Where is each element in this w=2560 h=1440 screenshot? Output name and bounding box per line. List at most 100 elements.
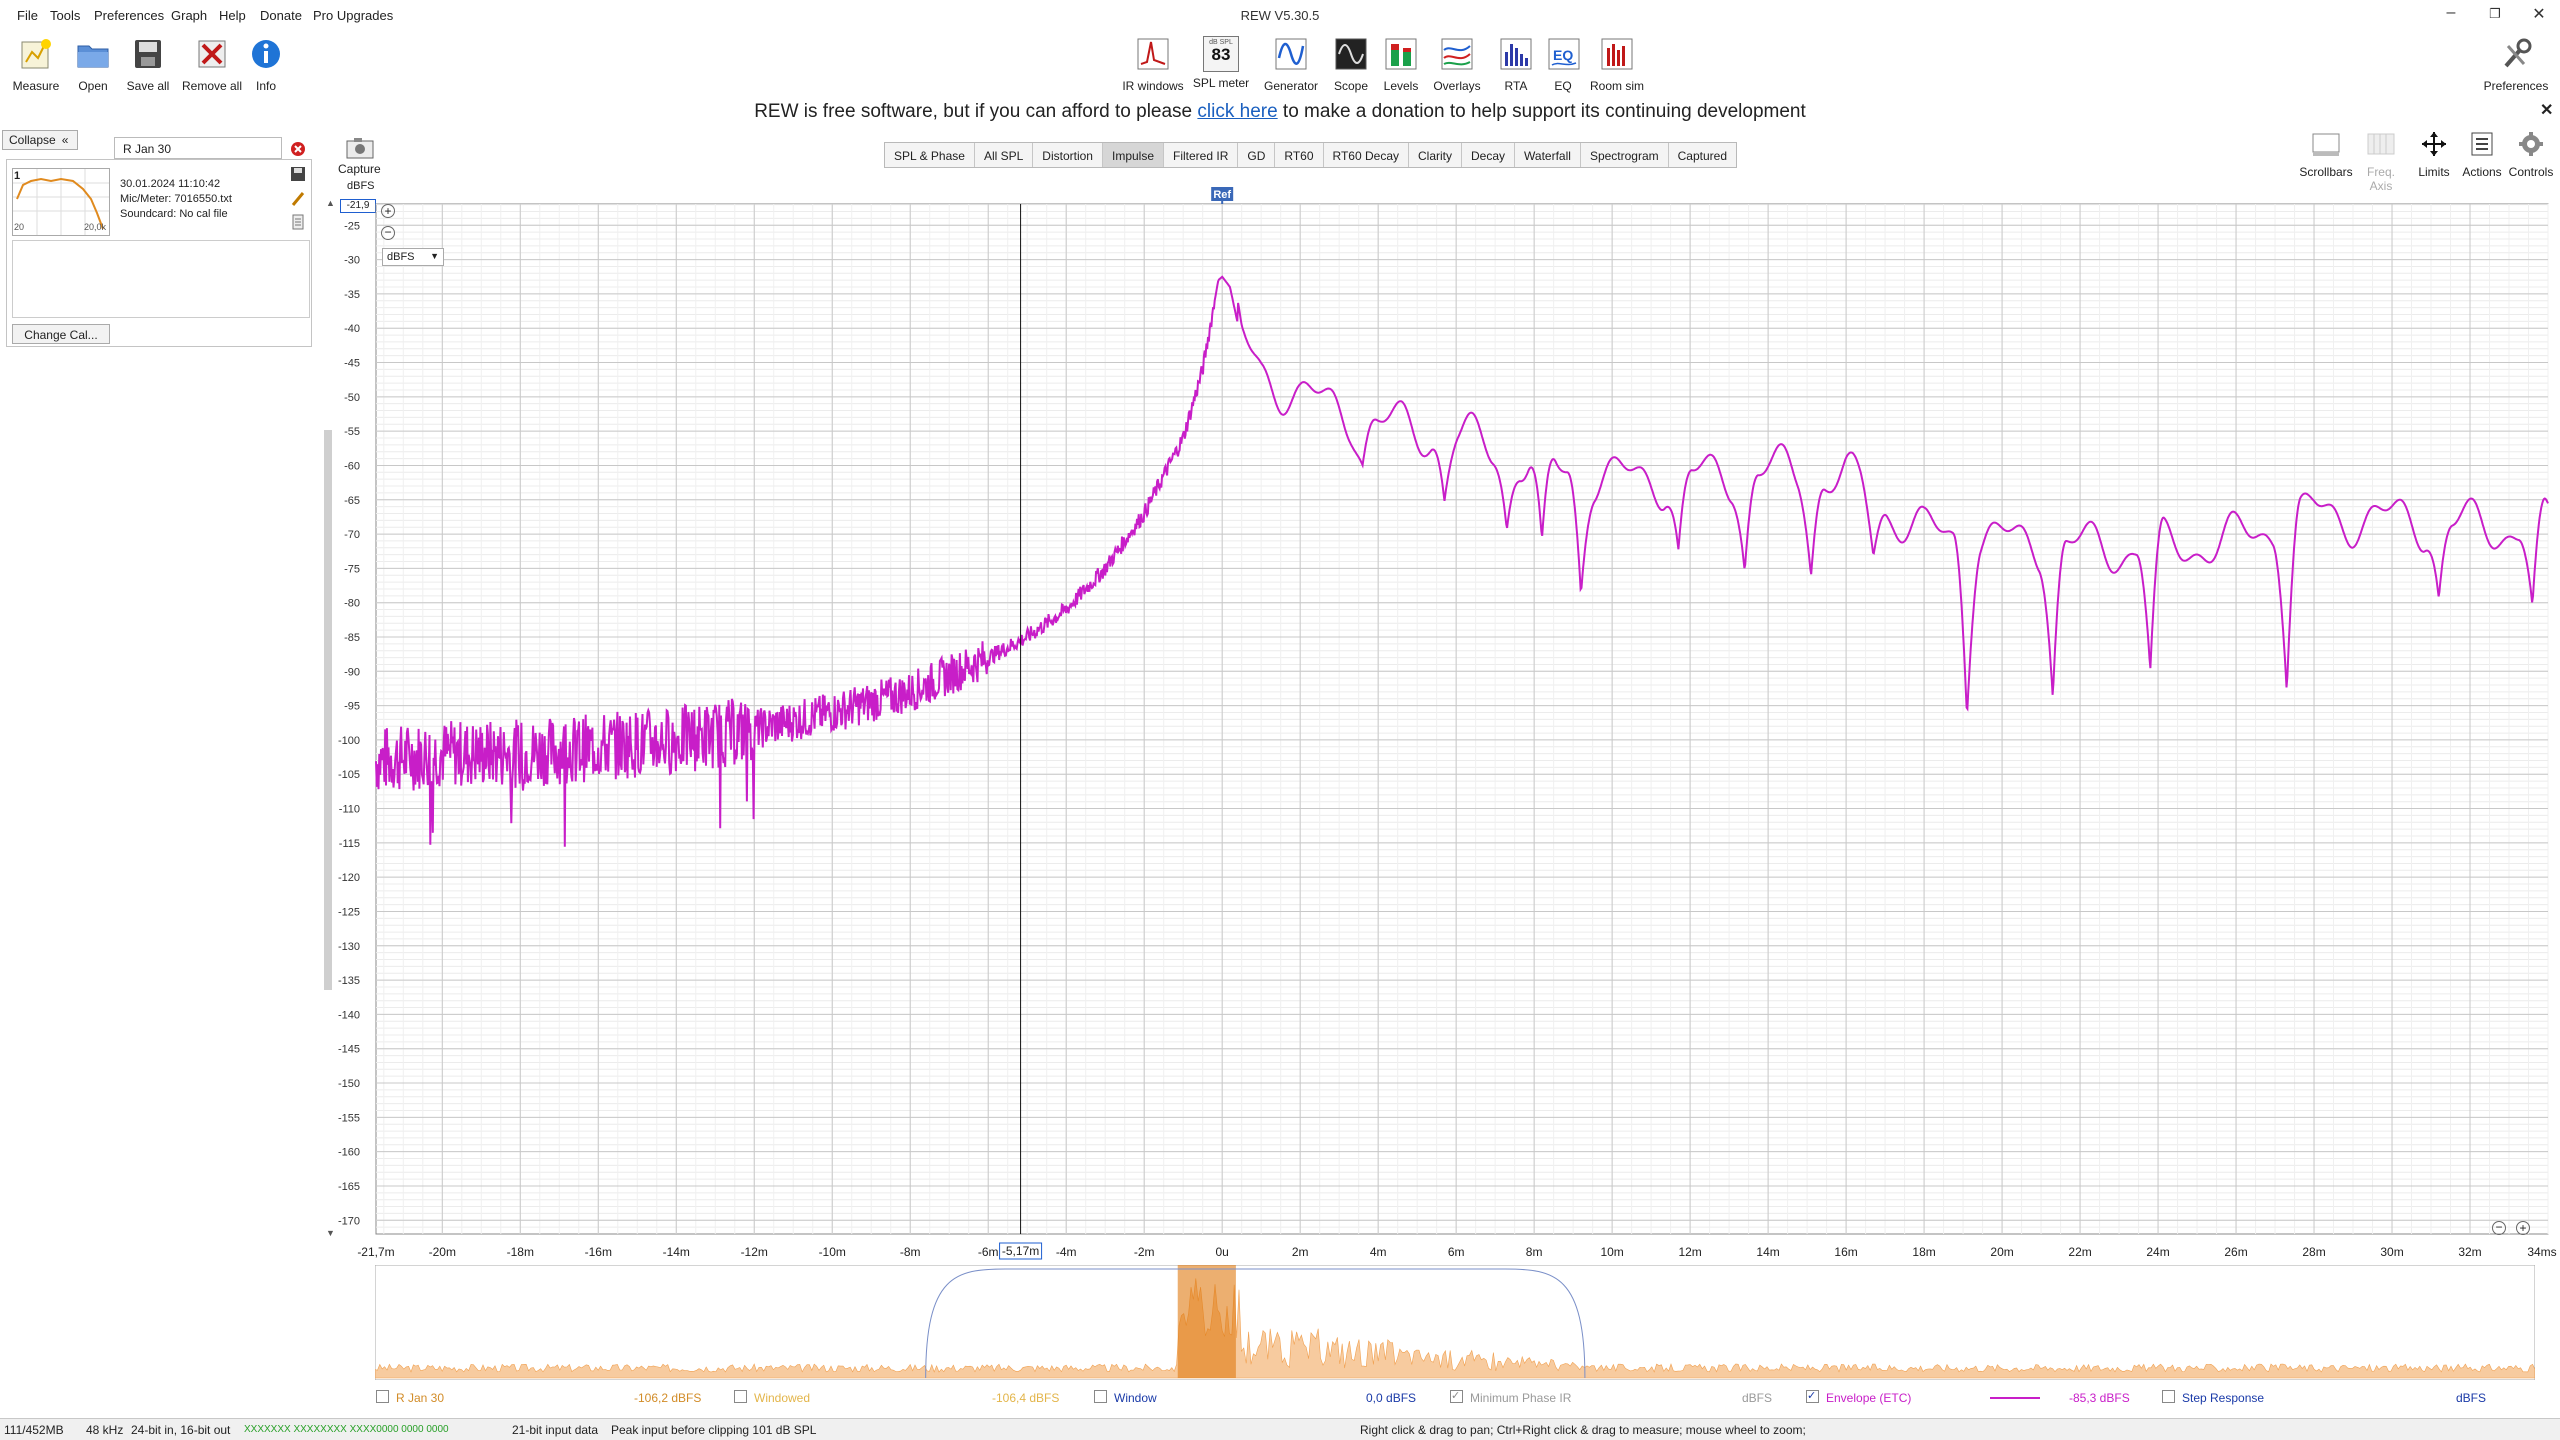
- levels-button[interactable]: Levels: [1380, 36, 1422, 93]
- legend-checkbox-min-phase[interactable]: ✓: [1450, 1390, 1463, 1403]
- overlays-button[interactable]: Overlays: [1430, 36, 1484, 93]
- tab-decay[interactable]: Decay: [1462, 143, 1516, 167]
- controls-label: Controls: [2508, 165, 2554, 179]
- overlays-label: Overlays: [1433, 79, 1481, 93]
- scrollbars-button[interactable]: Scrollbars: [2296, 130, 2356, 179]
- scope-button[interactable]: Scope: [1330, 36, 1372, 93]
- unit-select[interactable]: dBFS ▼: [382, 248, 444, 266]
- limits-button[interactable]: Limits: [2412, 130, 2456, 179]
- controls-button[interactable]: Controls: [2506, 130, 2556, 179]
- x-tick-label: -20m: [429, 1245, 456, 1259]
- capture-label[interactable]: Capture: [338, 162, 381, 176]
- tab-gd[interactable]: GD: [1238, 143, 1276, 167]
- ref-marker-label: Ref: [1213, 189, 1231, 201]
- y-tick-label: -55: [344, 426, 360, 438]
- tab-filtered-ir[interactable]: Filtered IR: [1164, 143, 1239, 167]
- generator-button[interactable]: Generator: [1260, 36, 1322, 93]
- close-icon[interactable]: ✕: [2524, 4, 2554, 24]
- delete-measurement-icon[interactable]: [290, 141, 306, 157]
- tab-spl-phase[interactable]: SPL & Phase: [885, 143, 975, 167]
- camera-icon[interactable]: [345, 136, 375, 160]
- zoom-out-y-icon[interactable]: −: [381, 226, 395, 240]
- legend-checkbox-envelope[interactable]: ✓: [1806, 1390, 1819, 1403]
- eq-button[interactable]: EQ EQ: [1546, 36, 1580, 93]
- scope-label: Scope: [1333, 79, 1369, 93]
- open-folder-icon: [77, 45, 109, 68]
- remove-all-button[interactable]: Remove all: [180, 36, 244, 93]
- legend-checkbox-windowed[interactable]: [734, 1390, 747, 1403]
- eq-icon: EQ: [1548, 38, 1580, 70]
- tab-impulse[interactable]: Impulse: [1102, 143, 1165, 167]
- tab-spectrogram[interactable]: Spectrogram: [1581, 143, 1669, 167]
- notes-area[interactable]: [12, 240, 310, 318]
- x-tick-label: 10m: [1600, 1245, 1623, 1259]
- change-cal-button[interactable]: Change Cal...: [12, 324, 110, 344]
- x-tick-label: 28m: [2302, 1245, 2325, 1259]
- preferences-button[interactable]: Preferences: [2480, 36, 2552, 93]
- banner-close-icon[interactable]: ✕: [2540, 100, 2553, 120]
- tab-waterfall[interactable]: Waterfall: [1515, 143, 1581, 167]
- actions-button[interactable]: Actions: [2460, 130, 2504, 179]
- levels-label: Levels: [1383, 79, 1419, 93]
- tab-captured[interactable]: Captured: [1669, 143, 1736, 167]
- rta-button[interactable]: RTA: [1496, 36, 1536, 93]
- legend-value-measurement: -106,2 dBFS: [634, 1391, 702, 1405]
- measurement-name-field[interactable]: R Jan 30: [114, 137, 282, 159]
- x-tick-label: 30m: [2380, 1245, 2403, 1259]
- collapse-button[interactable]: Collapse «: [2, 130, 78, 150]
- y-tick-label: -40: [344, 323, 360, 335]
- spl-meter-label: SPL meter: [1192, 76, 1250, 90]
- unit-select-value: dBFS: [387, 251, 415, 263]
- status-bar: 111/452MB 48 kHz 24-bit in, 16-bit out X…: [0, 1418, 2560, 1440]
- tab-rt60-decay[interactable]: RT60 Decay: [1324, 143, 1409, 167]
- tab-distortion[interactable]: Distortion: [1033, 143, 1103, 167]
- zoom-in-x-icon[interactable]: +: [2516, 1221, 2530, 1235]
- scrollbars-icon: [2312, 133, 2340, 156]
- open-button[interactable]: Open: [68, 36, 118, 93]
- legend-value-envelope: -85,3 dBFS: [2069, 1391, 2130, 1405]
- donate-link[interactable]: click here: [1197, 101, 1277, 122]
- y-tick-label: -135: [338, 975, 360, 987]
- x-tick-label: -14m: [663, 1245, 690, 1259]
- minimize-icon[interactable]: –: [2436, 4, 2466, 22]
- y-tick-label: -110: [339, 804, 360, 816]
- status-memory: 111/452MB: [4, 1423, 64, 1437]
- info-button[interactable]: Info: [248, 36, 284, 93]
- tab-clarity[interactable]: Clarity: [1409, 143, 1463, 167]
- edit-notes-icon[interactable]: [290, 191, 306, 207]
- y-tick-label: -150: [338, 1078, 360, 1090]
- y-tick-label: -145: [338, 1044, 360, 1056]
- ir-windows-button[interactable]: IR windows: [1120, 36, 1186, 93]
- freq-axis-icon: [2367, 133, 2395, 155]
- legend-checkbox-step[interactable]: [2162, 1390, 2175, 1403]
- legend-line-envelope: [1990, 1397, 2040, 1399]
- y-tick-label: -50: [344, 392, 360, 404]
- info-document-icon[interactable]: [290, 214, 306, 230]
- gear-icon: [2519, 132, 2543, 156]
- save-measurement-icon[interactable]: [290, 166, 306, 182]
- impulse-chart[interactable]: -25 -30 -35 -40 -45 -50 -55 -60 -65 -70 -75 -80 -85 -…: [330, 180, 2560, 1260]
- tab-all-spl[interactable]: All SPL: [975, 143, 1034, 167]
- room-sim-button[interactable]: Room sim: [1588, 36, 1646, 93]
- measure-button[interactable]: Measure: [8, 36, 64, 93]
- restore-icon[interactable]: ❐: [2480, 6, 2510, 22]
- overview-strip[interactable]: [375, 1265, 2535, 1380]
- legend-checkbox-window[interactable]: [1094, 1390, 1107, 1403]
- x-tick-label: -6m: [978, 1245, 999, 1259]
- y-tick-label: -30: [344, 255, 360, 267]
- tab-rt60[interactable]: RT60: [1275, 143, 1324, 167]
- chevron-left-icon: «: [61, 133, 69, 147]
- legend-value-windowed: -106,4 dBFS: [992, 1391, 1060, 1405]
- legend-label-windowed: Windowed: [754, 1391, 811, 1405]
- zoom-in-y-icon[interactable]: +: [381, 204, 395, 218]
- x-tick-label: -18m: [507, 1245, 534, 1259]
- spl-meter-button[interactable]: dB SPL 83 SPL meter: [1190, 36, 1252, 90]
- legend-checkbox-measurement[interactable]: [376, 1390, 389, 1403]
- remove-icon: [198, 40, 226, 68]
- status-hint: Right click & drag to pan; Ctrl+Right cl…: [1360, 1423, 1806, 1437]
- zoom-out-x-icon[interactable]: −: [2492, 1221, 2506, 1235]
- save-all-button[interactable]: Save all: [120, 36, 176, 93]
- measurement-number: 1: [14, 170, 21, 182]
- y-tick-label: -100: [338, 735, 360, 747]
- y-tick-label: -90: [344, 666, 360, 678]
